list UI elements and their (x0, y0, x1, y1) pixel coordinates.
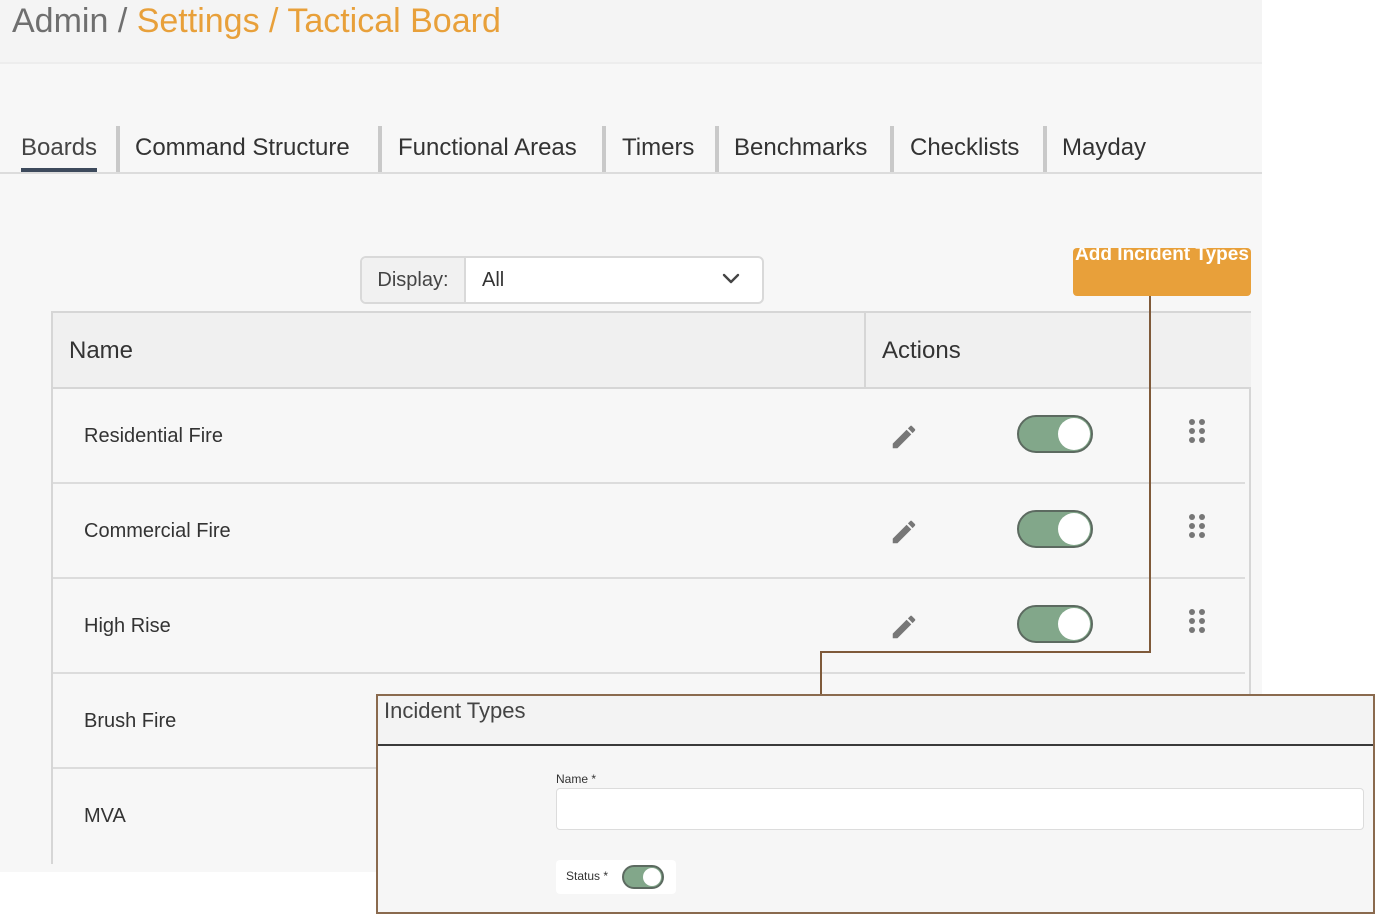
toggle-knob (1058, 608, 1090, 640)
tab-divider (890, 126, 894, 172)
tab-divider (602, 126, 606, 172)
table-row: Residential Fire (53, 389, 1245, 484)
tab-divider (378, 126, 382, 172)
callout-connector (1149, 296, 1151, 653)
toggle-knob (1058, 513, 1090, 545)
tab-command-structure[interactable]: Command Structure (135, 126, 350, 170)
status-toggle[interactable] (1017, 605, 1093, 643)
tab-divider (116, 126, 120, 172)
callout-connector (820, 651, 1151, 653)
drag-handle-icon[interactable] (1189, 419, 1207, 447)
breadcrumb-admin[interactable]: Admin (12, 2, 108, 40)
chevron-down-icon[interactable] (722, 270, 740, 288)
incident-types-dialog: Incident Types Name * Status * (376, 694, 1375, 914)
add-incident-types-label: Add Incident Types (1075, 248, 1249, 265)
name-field-label: Name * (556, 772, 597, 786)
page-header: Admin / Settings / Tactical Board (0, 0, 1262, 64)
tab-mayday[interactable]: Mayday (1062, 126, 1146, 170)
tab-divider (715, 126, 719, 172)
table-header: Name Actions (53, 311, 1251, 389)
breadcrumb-separator: / (108, 2, 137, 40)
column-header-actions: Actions (882, 337, 961, 364)
breadcrumb: Admin / Settings / Tactical Board (12, 2, 501, 41)
tab-bar: Boards Command Structure Functional Area… (0, 122, 1262, 174)
column-header-name[interactable]: Name (69, 313, 133, 389)
row-name: Commercial Fire (84, 520, 231, 542)
column-divider (864, 313, 866, 389)
display-filter-value[interactable]: All (482, 258, 504, 302)
breadcrumb-settings[interactable]: Settings (137, 2, 260, 40)
tab-checklists[interactable]: Checklists (910, 126, 1019, 170)
drag-handle-icon[interactable] (1189, 609, 1207, 637)
row-name: Brush Fire (84, 710, 177, 732)
status-toggle[interactable] (1017, 415, 1093, 453)
callout-connector (820, 651, 822, 696)
tab-timers[interactable]: Timers (622, 126, 694, 170)
display-filter-label: Display: (362, 258, 466, 302)
tab-benchmarks[interactable]: Benchmarks (734, 126, 867, 170)
row-name: MVA (84, 805, 126, 827)
pencil-icon[interactable] (889, 422, 919, 452)
row-name: Residential Fire (84, 425, 223, 447)
row-name: High Rise (84, 615, 171, 637)
breadcrumb-current: Tactical Board (287, 2, 501, 40)
add-incident-types-button[interactable]: Add Incident Types (1073, 248, 1251, 296)
display-filter-select[interactable]: Display: All (360, 256, 764, 304)
status-toggle[interactable] (622, 865, 664, 889)
breadcrumb-separator: / (259, 2, 288, 40)
drag-handle-icon[interactable] (1189, 514, 1207, 542)
dialog-header: Incident Types (378, 696, 1373, 746)
toggle-knob (1058, 418, 1090, 450)
tab-functional-areas[interactable]: Functional Areas (398, 126, 577, 170)
status-toggle[interactable] (1017, 510, 1093, 548)
dialog-title: Incident Types (384, 698, 526, 723)
pencil-icon[interactable] (889, 612, 919, 642)
name-input[interactable] (556, 788, 1364, 830)
status-field-label: Status * (566, 869, 609, 883)
table-row: High Rise (53, 579, 1245, 674)
toggle-knob (643, 868, 661, 886)
tab-divider (1043, 126, 1047, 172)
pencil-icon[interactable] (889, 517, 919, 547)
table-row: Commercial Fire (53, 484, 1245, 579)
tab-boards[interactable]: Boards (21, 126, 98, 172)
status-field: Status * (556, 860, 676, 894)
